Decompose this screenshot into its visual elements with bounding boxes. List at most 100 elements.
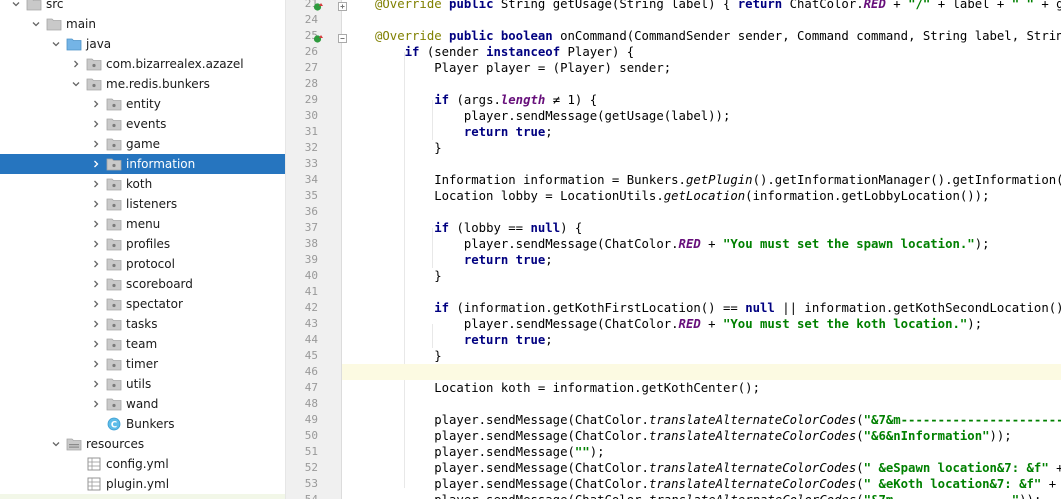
line-number: 44 [304,333,318,346]
code-line[interactable]: 53 player.sendMessage(ChatColor.translat… [286,476,1061,492]
tree-item[interactable]: koth [0,174,285,194]
chevron-right-icon[interactable] [92,340,100,348]
code-line[interactable]: 37 if (lobby == null) { [286,220,1061,236]
code-line[interactable]: 26 if (sender instanceof Player) { [286,44,1061,60]
tree-item[interactable]: listeners [0,194,285,214]
code-line[interactable]: 43 player.sendMessage(ChatColor.RED + "Y… [286,316,1061,332]
tree-item[interactable]: timer [0,354,285,374]
code-token: (information.getKothFirstLocation() == [449,301,746,315]
chevron-down-icon[interactable] [52,440,60,448]
tree-item[interactable]: menu [0,214,285,234]
code-line[interactable]: 28 [286,76,1061,92]
code-line[interactable]: 54 player.sendMessage(ChatColor.translat… [286,492,1061,499]
code-line[interactable]: 48 [286,396,1061,412]
tree-item[interactable]: main [0,14,285,34]
chevron-right-icon[interactable] [92,160,100,168]
chevron-right-icon[interactable] [92,380,100,388]
tree-item[interactable]: wand [0,394,285,414]
chevron-right-icon[interactable] [92,100,100,108]
chevron-right-icon[interactable] [92,400,100,408]
chevron-right-icon[interactable] [92,180,100,188]
fold-expand-icon[interactable] [338,0,347,11]
chevron-right-icon[interactable] [92,280,100,288]
tree-item[interactable]: scoreboard [0,274,285,294]
tree-item[interactable]: com.bizarrealex.azazel [0,54,285,74]
code-line[interactable]: 31 return true; [286,124,1061,140]
code-line[interactable]: 44 return true; [286,332,1061,348]
chevron-down-icon[interactable] [52,40,60,48]
chevron-right-icon[interactable] [92,300,100,308]
tree-item[interactable]: java [0,34,285,54]
folder-icon [26,0,42,11]
tree-item[interactable]: config.yml [0,454,285,474]
package-icon [86,77,102,91]
chevron-right-icon[interactable] [92,360,100,368]
code-line[interactable]: 33 [286,156,1061,172]
chevron-down-icon[interactable] [32,20,40,28]
code-editor[interactable]: 21 @Override public String getUsage(Strin… [286,0,1061,499]
tree-item[interactable]: protocol [0,254,285,274]
code-line[interactable]: 36 [286,204,1061,220]
tree-item[interactable]: game [0,134,285,154]
code-line[interactable]: 41 [286,284,1061,300]
tree-item[interactable]: team [0,334,285,354]
code-token: + [700,317,723,331]
tree-item[interactable]: src [0,0,285,14]
tree-item[interactable]: C Bunkers [0,414,285,434]
code-line[interactable]: 52 player.sendMessage(ChatColor.translat… [286,460,1061,476]
code-line[interactable]: 38 player.sendMessage(ChatColor.RED + "Y… [286,236,1061,252]
code-line[interactable]: 47 Location koth = information.getKothCe… [286,380,1061,396]
code-token: "&7m- [864,493,901,499]
tree-item-label: src [46,0,64,11]
project-tree: src main java com.bizarrealex.azazel me.redi… [0,0,286,499]
code-line[interactable]: 40 } [286,268,1061,284]
code-line[interactable]: 51 player.sendMessage(""); [286,444,1061,460]
tree-item-label: scoreboard [126,277,193,291]
chevron-right-icon[interactable] [92,320,100,328]
chevron-right-icon[interactable] [92,200,100,208]
code-line[interactable]: 46 [286,364,1061,380]
tree-item[interactable]: entity [0,94,285,114]
fold-collapse-icon[interactable] [338,31,347,43]
chevron-down-icon[interactable] [72,80,80,88]
code-line[interactable]: 42 if (information.getKothFirstLocation(… [286,300,1061,316]
code-token: Information information = Bunkers. [375,173,686,187]
code-line[interactable]: 45 } [286,348,1061,364]
line-number: 29 [304,93,318,106]
code-line[interactable]: 25 @Override public boolean onCommand(Com… [286,28,1061,44]
code-line[interactable]: 39 return true; [286,252,1061,268]
override-marker-icon[interactable] [313,0,323,11]
code-token: return [463,253,509,267]
code-line[interactable]: 24 [286,12,1061,28]
tree-item[interactable]: events [0,114,285,134]
chevron-right-icon[interactable] [92,260,100,268]
chevron-right-icon[interactable] [92,220,100,228]
code-line[interactable]: 49 player.sendMessage(ChatColor.translat… [286,412,1061,428]
code-line[interactable]: 35 Location lobby = LocationUtils.getLoc… [286,188,1061,204]
chevron-right-icon[interactable] [92,140,100,148]
tree-item[interactable]: plugin.yml [0,474,285,494]
code-token: ) { [560,221,583,235]
code-line[interactable]: 32 } [286,140,1061,156]
override-marker-icon[interactable] [313,32,323,43]
tree-bottom-strip [0,494,285,499]
tree-item-label: wand [126,397,159,411]
code-line[interactable]: 21 @Override public String getUsage(Strin… [286,0,1061,12]
chevron-right-icon[interactable] [92,240,100,248]
chevron-down-icon[interactable] [12,0,20,8]
code-line[interactable]: 27 Player player = (Player) sender; [286,60,1061,76]
tree-item[interactable]: tasks [0,314,285,334]
tree-item[interactable]: information [0,154,285,174]
tree-item[interactable]: me.redis.bunkers [0,74,285,94]
chevron-right-icon[interactable] [92,120,100,128]
tree-item[interactable]: profiles [0,234,285,254]
code-line[interactable]: 30 player.sendMessage(getUsage(label)); [286,108,1061,124]
tree-item[interactable]: spectator [0,294,285,314]
code-token: RED [678,317,701,331]
code-line[interactable]: 34 Information information = Bunkers.get… [286,172,1061,188]
code-line[interactable]: 29 if (args.length ≠ 1) { [286,92,1061,108]
tree-item[interactable]: resources [0,434,285,454]
chevron-right-icon[interactable] [72,60,80,68]
code-line[interactable]: 50 player.sendMessage(ChatColor.translat… [286,428,1061,444]
tree-item[interactable]: utils [0,374,285,394]
